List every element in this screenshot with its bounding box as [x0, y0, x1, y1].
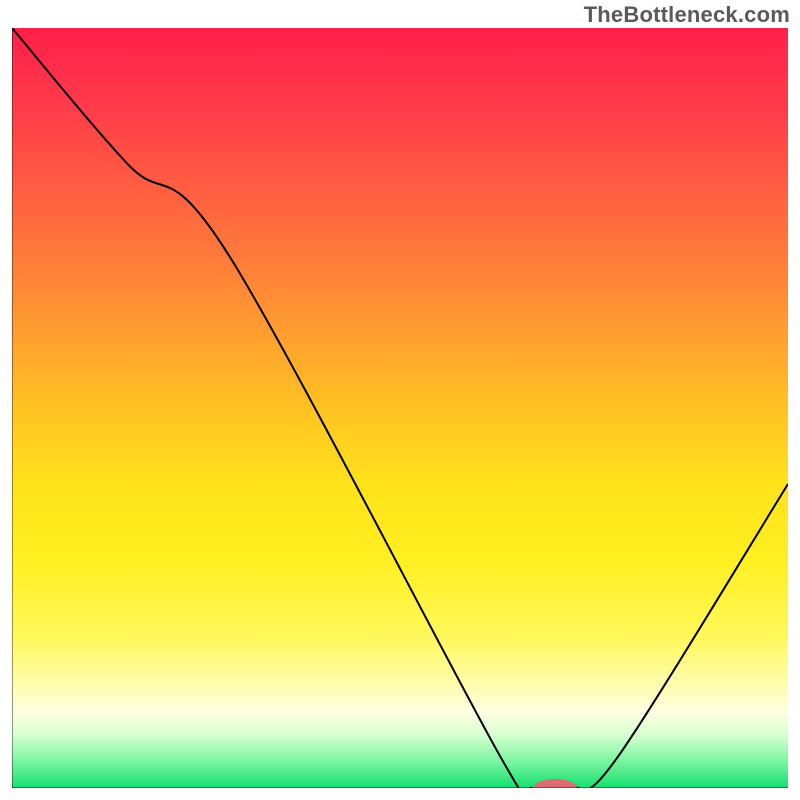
chart-container: TheBottleneck.com	[0, 0, 800, 800]
bottleneck-chart	[12, 28, 788, 788]
watermark-text: TheBottleneck.com	[584, 2, 790, 28]
